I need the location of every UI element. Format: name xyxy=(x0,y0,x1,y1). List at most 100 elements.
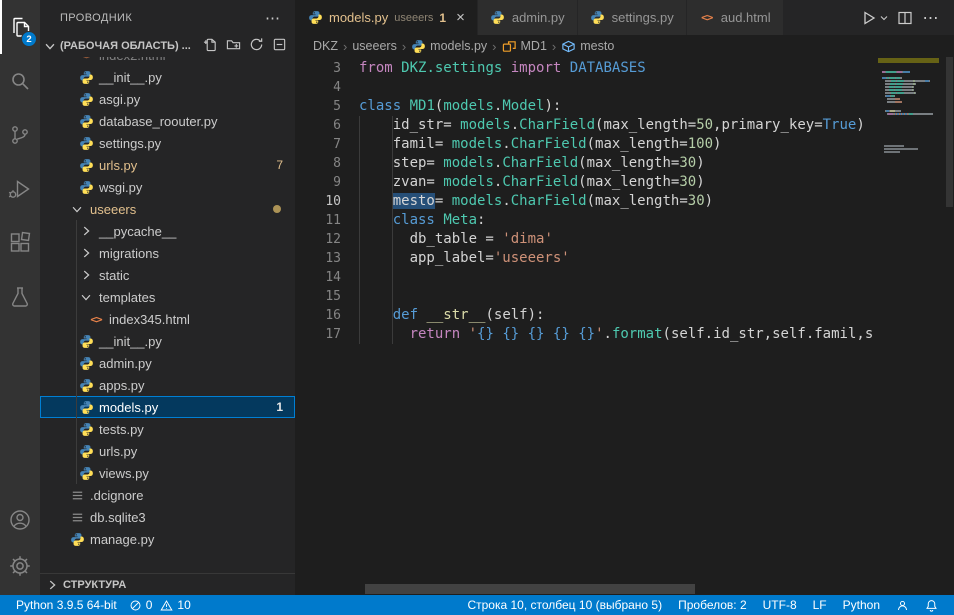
code-line-13[interactable]: 13 app_label='useeers' xyxy=(295,249,878,268)
activity-item-run-debug[interactable] xyxy=(0,162,40,216)
vertical-scrollbar[interactable] xyxy=(945,57,954,595)
line-number: 4 xyxy=(295,78,341,97)
breadcrumb-item-mesto[interactable]: mesto xyxy=(561,39,614,54)
code-line-14[interactable]: 14 xyxy=(295,268,878,287)
tree-item-wsgi-py[interactable]: wsgi.py xyxy=(40,176,295,198)
more-actions-icon[interactable]: ⋯ xyxy=(920,7,942,29)
code-line-10[interactable]: 10 mesto= models.CharField(max_length=30… xyxy=(295,192,878,211)
activity-item-manage[interactable] xyxy=(0,543,40,589)
config-file-icon xyxy=(69,487,85,503)
code-line-7[interactable]: 7 famil= models.CharField(max_length=100… xyxy=(295,135,878,154)
config-file-icon xyxy=(69,509,85,525)
tree-item-urls-py[interactable]: urls.py xyxy=(40,440,295,462)
tree-item-init-py[interactable]: __init__.py xyxy=(40,330,295,352)
close-icon[interactable]: × xyxy=(456,10,465,25)
code-line-15[interactable]: 15 xyxy=(295,287,878,306)
code-line-11[interactable]: 11 class Meta: xyxy=(295,211,878,230)
minimap[interactable] xyxy=(878,57,945,595)
breadcrumb-separator: › xyxy=(343,39,347,54)
activity-item-explorer[interactable]: 2 xyxy=(0,0,40,54)
code-line-8[interactable]: 8 step= models.CharField(max_length=30) xyxy=(295,154,878,173)
breadcrumb-label: models.py xyxy=(430,39,487,53)
tree-item-index2-html[interactable]: <>index2.html xyxy=(40,57,295,66)
new-file-icon[interactable] xyxy=(203,37,218,55)
status-notifications[interactable] xyxy=(919,595,944,615)
tree-item-init-py[interactable]: __init__.py xyxy=(40,66,295,88)
activity-item-search[interactable] xyxy=(0,54,40,108)
tab-settings-py[interactable]: settings.py xyxy=(578,0,687,35)
collapse-all-icon[interactable] xyxy=(272,37,287,55)
status-encoding[interactable]: UTF-8 xyxy=(757,595,803,615)
activity-item-source-control[interactable] xyxy=(0,108,40,162)
status-python-interpreter[interactable]: Python 3.9.5 64-bit xyxy=(10,595,123,615)
activity-item-extensions[interactable] xyxy=(0,216,40,270)
minimap-line xyxy=(885,86,914,88)
outline-section-header[interactable]: СТРУКТУРА xyxy=(40,573,295,595)
workspace-section-header[interactable]: (РАБОЧАЯ ОБЛАСТЬ) ... xyxy=(40,35,295,57)
tree-item-apps-py[interactable]: apps.py xyxy=(40,374,295,396)
breadcrumb: DKZ›useeers›models.py›MD1›mesto xyxy=(295,35,954,57)
activity-item-accounts[interactable] xyxy=(0,497,40,543)
activity-bar: 2 xyxy=(0,0,40,595)
tree-item-views-py[interactable]: views.py xyxy=(40,462,295,484)
breadcrumb-item-dkz[interactable]: DKZ xyxy=(313,39,338,53)
status-cursor-position[interactable]: Строка 10, столбец 10 (выбрано 5) xyxy=(461,595,668,615)
editor[interactable]: 3from DKZ.settings import DATABASES45cla… xyxy=(295,57,954,595)
code-line-6[interactable]: 6 id_str= models.CharField(max_length=50… xyxy=(295,116,878,135)
tree-item-index345-html[interactable]: <>index345.html xyxy=(40,308,295,330)
tree-item-database-roouter-py[interactable]: database_roouter.py xyxy=(40,110,295,132)
tree-item-label: settings.py xyxy=(99,136,161,151)
tree-item-templates[interactable]: templates xyxy=(40,286,295,308)
horizontal-scrollbar[interactable] xyxy=(365,584,695,594)
code-line-9[interactable]: 9 zvan= models.CharField(max_length=30) xyxy=(295,173,878,192)
status-eol[interactable]: LF xyxy=(807,595,833,615)
activity-item-testing[interactable] xyxy=(0,270,40,324)
tree-item-asgi-py[interactable]: asgi.py xyxy=(40,88,295,110)
tree-item-pycache[interactable]: __pycache__ xyxy=(40,220,295,242)
tab-admin-py[interactable]: admin.py xyxy=(478,0,578,35)
python-file-icon xyxy=(78,399,94,415)
tree-item-urls-py[interactable]: urls.py7 xyxy=(40,154,295,176)
code-line-12[interactable]: 12 db_table = 'dima' xyxy=(295,230,878,249)
minimap-line xyxy=(885,80,929,82)
tree-item-static[interactable]: static xyxy=(40,264,295,286)
run-dropdown-icon[interactable] xyxy=(878,7,890,29)
code-line-5[interactable]: 5class MD1(models.Model): xyxy=(295,97,878,116)
code-line-16[interactable]: 16 def __str__(self): xyxy=(295,306,878,325)
status-feedback[interactable] xyxy=(890,595,915,615)
tab-aud-html[interactable]: <>aud.html xyxy=(687,0,784,35)
tree-item-dcignore[interactable]: .dcignore xyxy=(40,484,295,506)
tree-item-label: index345.html xyxy=(109,312,190,327)
breadcrumb-item-models-py[interactable]: models.py xyxy=(411,39,487,54)
tree-item-useeers[interactable]: useeers xyxy=(40,198,295,220)
line-text: id_str= models.CharField(max_length=50,p… xyxy=(341,116,865,135)
explorer-more-actions-icon[interactable]: ⋯ xyxy=(265,9,281,27)
python-file-icon xyxy=(78,179,94,195)
run-file-icon[interactable] xyxy=(858,7,880,29)
line-text xyxy=(341,78,359,97)
python-file-icon xyxy=(78,135,94,151)
tree-item-models-py[interactable]: models.py1 xyxy=(40,396,295,418)
line-number: 8 xyxy=(295,154,341,173)
refresh-icon[interactable] xyxy=(249,37,264,55)
tree-item-db-sqlite3[interactable]: db.sqlite3 xyxy=(40,506,295,528)
code-line-17[interactable]: 17 return '{} {} {} {} {}'.format(self.i… xyxy=(295,325,878,344)
code-line-3[interactable]: 3from DKZ.settings import DATABASES xyxy=(295,59,878,78)
new-folder-icon[interactable] xyxy=(226,37,241,55)
python-file-icon xyxy=(78,69,94,85)
tree-item-admin-py[interactable]: admin.py xyxy=(40,352,295,374)
tree-item-tests-py[interactable]: tests.py xyxy=(40,418,295,440)
breadcrumb-item-md1[interactable]: MD1 xyxy=(502,39,547,54)
tree-item-manage-py[interactable]: manage.py xyxy=(40,528,295,550)
breadcrumb-item-useeers[interactable]: useeers xyxy=(352,39,396,53)
split-editor-icon[interactable] xyxy=(894,7,916,29)
tab-models-py[interactable]: models.pyuseeers1× xyxy=(295,0,478,35)
tree-item-settings-py[interactable]: settings.py xyxy=(40,132,295,154)
status-language-mode[interactable]: Python xyxy=(837,595,886,615)
line-text: db_table = 'dima' xyxy=(341,230,553,249)
chevron-right-icon xyxy=(78,245,94,261)
status-indentation[interactable]: Пробелов: 2 xyxy=(672,595,753,615)
code-line-4[interactable]: 4 xyxy=(295,78,878,97)
tree-item-migrations[interactable]: migrations xyxy=(40,242,295,264)
status-problems[interactable]: 010 xyxy=(123,595,197,615)
